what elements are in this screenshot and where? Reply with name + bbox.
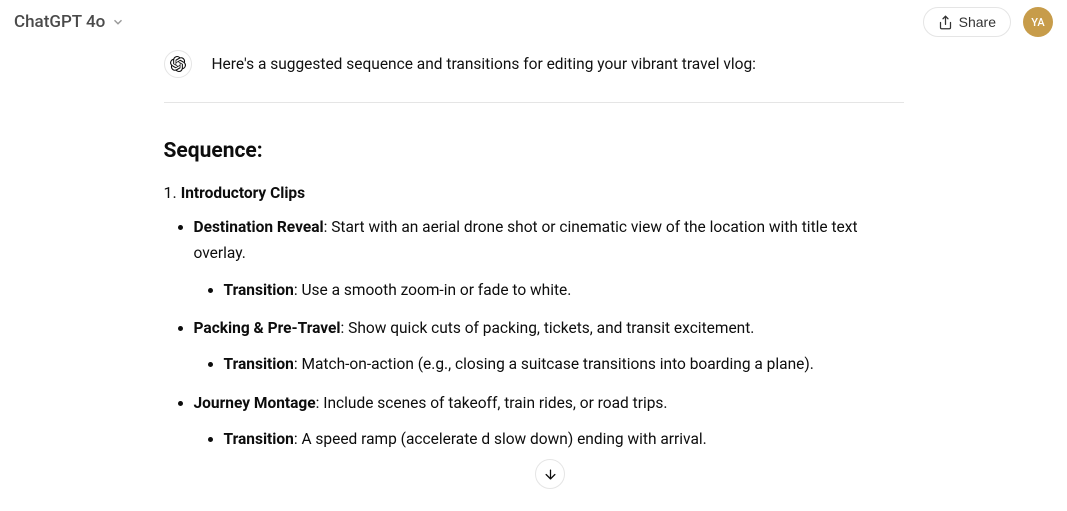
openai-icon — [170, 56, 186, 72]
assistant-content: Sequence: Introductory Clips Destination… — [164, 102, 904, 452]
arrow-down-icon — [543, 467, 558, 482]
list-item: Transition: A speed ramp (accelerate d s… — [224, 426, 904, 452]
transition-desc-a: : A speed ramp (accelerate — [294, 430, 482, 448]
share-label: Share — [959, 14, 996, 30]
transition-label: Transition — [224, 355, 294, 373]
sequence-item-1: Introductory Clips Destination Reveal: S… — [164, 183, 904, 452]
transition-label: Transition — [224, 281, 294, 299]
transition-desc: : Match-on-action (e.g., closing a suitc… — [294, 355, 814, 373]
transition-label: Transition — [224, 430, 294, 448]
assistant-message-row: Here's a suggested sequence and transiti… — [164, 48, 904, 78]
transition-list: Transition: Match-on-action (e.g., closi… — [194, 351, 904, 377]
list-item: Transition: Match-on-action (e.g., closi… — [224, 351, 904, 377]
conversation-main: Here's a suggested sequence and transiti… — [144, 48, 924, 452]
share-button[interactable]: Share — [923, 7, 1011, 37]
model-switcher[interactable]: ChatGPT 4o — [14, 12, 125, 32]
section-divider — [164, 102, 904, 103]
scroll-to-bottom-button[interactable] — [535, 459, 565, 489]
subitem-label: Journey Montage — [194, 394, 316, 412]
sequence-list: Introductory Clips Destination Reveal: S… — [164, 183, 904, 452]
subitem-desc: : Include scenes of takeoff, train rides… — [316, 394, 668, 412]
list-item: Destination Reveal: Start with an aerial… — [194, 214, 904, 303]
transition-list: Transition: A speed ramp (accelerate d s… — [194, 426, 904, 452]
subitem-label: Destination Reveal — [194, 218, 324, 236]
subitem-list: Destination Reveal: Start with an aerial… — [164, 214, 904, 452]
avatar-initials: YA — [1031, 16, 1044, 29]
chevron-down-icon — [111, 15, 125, 29]
sequence-item-title: Introductory Clips — [181, 184, 305, 202]
model-name: ChatGPT 4o — [14, 12, 105, 32]
subitem-label: Packing & Pre-Travel — [194, 319, 341, 337]
share-icon — [938, 15, 953, 30]
transition-list: Transition: Use a smooth zoom-in or fade… — [194, 277, 904, 303]
assistant-avatar — [164, 50, 192, 78]
header-actions: Share YA — [923, 7, 1053, 37]
transition-desc-b: d slow down) ending with arrival. — [481, 430, 706, 448]
avatar[interactable]: YA — [1023, 7, 1053, 37]
subitem-desc: : Show quick cuts of packing, tickets, a… — [341, 319, 755, 337]
list-item: Journey Montage: Include scenes of takeo… — [194, 390, 904, 453]
assistant-intro-text: Here's a suggested sequence and transiti… — [212, 48, 756, 77]
list-item: Packing & Pre-Travel: Show quick cuts of… — [194, 315, 904, 378]
list-item: Transition: Use a smooth zoom-in or fade… — [224, 277, 904, 303]
sequence-heading: Sequence: — [164, 139, 904, 163]
transition-desc: : Use a smooth zoom-in or fade to white. — [294, 281, 572, 299]
app-header: ChatGPT 4o Share YA — [0, 0, 1067, 44]
